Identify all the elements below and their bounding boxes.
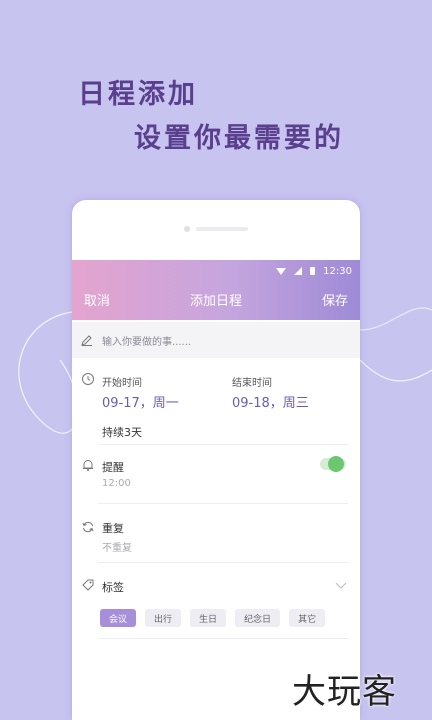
tag-list: 会议 出行 生日 纪念日 其它 xyxy=(100,609,326,627)
tags-label: 标签 xyxy=(102,581,124,594)
save-button[interactable]: 保存 xyxy=(322,290,348,309)
divider xyxy=(98,444,348,445)
start-time-value[interactable]: 09-17，周一 xyxy=(102,392,179,411)
status-bar: 12:30 xyxy=(276,263,352,279)
repeat-icon xyxy=(82,521,94,533)
pen-icon xyxy=(81,335,92,346)
end-time-label: 结束时间 xyxy=(232,378,272,389)
reminder-label: 提醒 xyxy=(102,461,124,474)
page-title: 添加日程 xyxy=(189,294,242,309)
tag-chip-travel[interactable]: 出行 xyxy=(145,609,182,627)
bell-icon xyxy=(83,459,93,471)
status-time: 12:30 xyxy=(323,265,352,277)
tag-chip-other[interactable]: 其它 xyxy=(289,609,326,627)
phone-speaker xyxy=(196,227,248,231)
app-header: 12:30 添加日程 取消 保存 xyxy=(72,260,360,320)
clock-icon xyxy=(82,373,94,385)
end-time-value[interactable]: 09-18，周三 xyxy=(232,392,309,411)
divider xyxy=(98,503,348,504)
watermark: 大玩客 xyxy=(292,672,397,712)
cancel-button[interactable]: 取消 xyxy=(84,290,110,309)
repeat-label: 重复 xyxy=(102,522,124,535)
phone-mockup: 12:30 添加日程 取消 保存 输入你要做的事...... 开始时间 结束时间… xyxy=(72,200,360,720)
wifi-icon xyxy=(276,267,287,275)
battery-icon xyxy=(310,267,316,275)
tag-icon xyxy=(82,579,94,591)
event-title-placeholder: 输入你要做的事...... xyxy=(102,336,192,348)
event-title-field[interactable]: 输入你要做的事...... xyxy=(72,322,360,358)
tag-chip-anniversary[interactable]: 纪念日 xyxy=(235,609,281,627)
tag-chip-meeting[interactable]: 会议 xyxy=(100,609,137,627)
tag-chip-birthday[interactable]: 生日 xyxy=(190,609,227,627)
duration-text: 持续3天 xyxy=(102,426,142,439)
signal-icon xyxy=(294,267,303,275)
reminder-toggle-knob[interactable] xyxy=(328,456,344,472)
repeat-value[interactable]: 不重复 xyxy=(102,539,132,554)
chevron-down-icon[interactable] xyxy=(335,580,347,590)
divider xyxy=(98,562,348,563)
divider xyxy=(98,638,348,639)
promo-headline-2: 设置你最需要的 xyxy=(134,123,344,154)
start-time-label: 开始时间 xyxy=(102,378,142,389)
promo-headline-1: 日程添加 xyxy=(78,79,198,110)
reminder-time[interactable]: 12:00 xyxy=(102,478,131,489)
phone-camera xyxy=(184,226,190,232)
